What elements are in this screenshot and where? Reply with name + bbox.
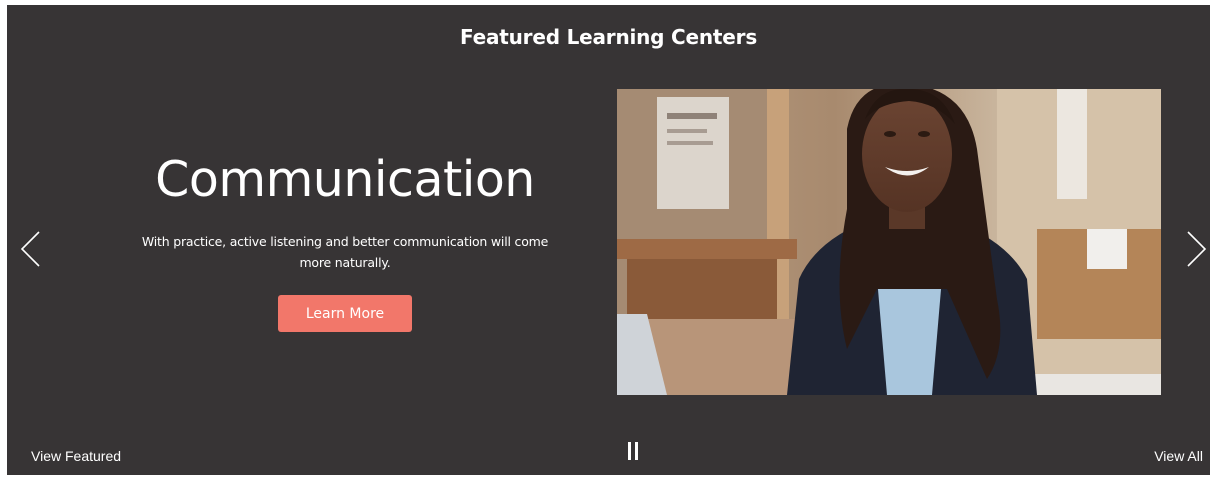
next-slide-button[interactable]	[1182, 229, 1210, 269]
chevron-left-icon	[20, 231, 40, 267]
featured-carousel: Featured Learning Centers Communication …	[7, 5, 1210, 475]
view-featured-link[interactable]: View Featured	[31, 448, 121, 464]
section-title: Featured Learning Centers	[459, 25, 758, 49]
photo-woman-smiling-office	[617, 89, 1161, 395]
chevron-right-icon	[1187, 231, 1207, 267]
slide-heading: Communication	[155, 151, 535, 208]
pause-icon	[635, 442, 638, 460]
slide-description: With practice, active listening and bett…	[141, 234, 549, 270]
pause-icon	[628, 442, 631, 460]
slide-content: Communication With practice, active list…	[127, 150, 563, 273]
pause-button[interactable]	[621, 440, 645, 464]
view-all-link[interactable]: View All	[1154, 448, 1203, 464]
previous-slide-button[interactable]	[17, 229, 47, 269]
slide-image[interactable]	[617, 89, 1161, 395]
learn-more-button[interactable]: Learn More	[278, 295, 412, 332]
